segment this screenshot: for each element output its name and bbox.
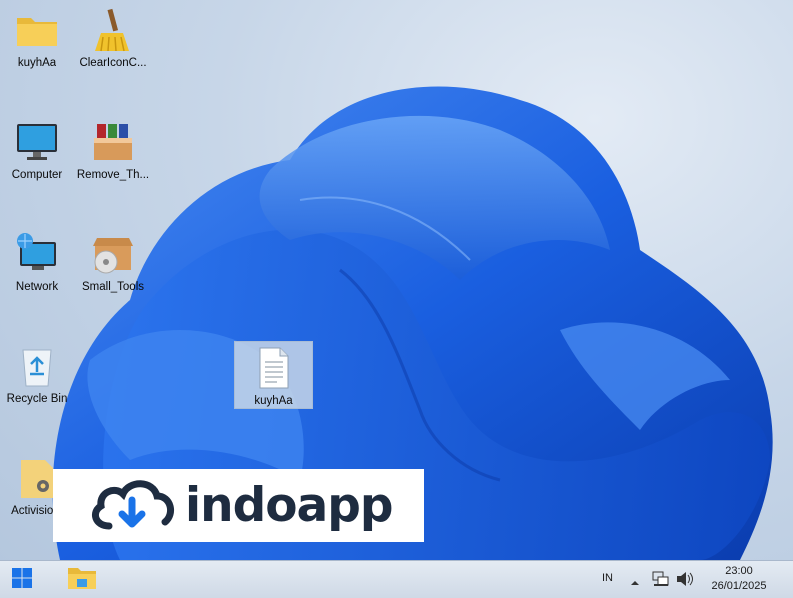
taskbar-file-explorer[interactable]: [60, 561, 104, 598]
windows-start-icon: [11, 567, 33, 593]
desktop-icon-label: Computer: [11, 169, 63, 181]
desktop-icon-small-tools[interactable]: Small_Tools: [76, 226, 150, 306]
clock-time: 23:00: [725, 565, 753, 577]
desktop-icon-recycle-bin[interactable]: Recycle Bin: [0, 338, 74, 418]
desktop-icon-network[interactable]: Network: [0, 226, 74, 306]
desktop-icon-label: ClearIconC...: [79, 57, 147, 69]
computer-icon: [13, 118, 61, 166]
desktop-icon-label: kuyhAa: [254, 395, 293, 407]
desktop-icon-clearicon[interactable]: ClearIconC...: [76, 2, 150, 82]
file-explorer-icon: [67, 565, 97, 595]
desktop-icon-remove-th[interactable]: Remove_Th...: [76, 114, 150, 194]
taskbar: IN 23:00 26/01/2025: [0, 560, 793, 598]
show-hidden-icons-chevron-icon[interactable]: [630, 573, 640, 592]
desktop-icon-label: Small_Tools: [82, 281, 144, 293]
text-document-icon: [250, 344, 298, 392]
cloud-download-icon: [87, 474, 177, 538]
watermark-text: indoapp: [185, 478, 394, 533]
winrar-archive-icon: [89, 118, 137, 166]
desktop-icon-label: Remove_Th...: [76, 169, 150, 181]
clock-date: 26/01/2025: [711, 580, 767, 592]
start-button[interactable]: [0, 561, 44, 598]
desktop-icon-label: kuyhAa: [17, 57, 57, 69]
desktop-icon-kuyhaa-textfile[interactable]: kuyhAa: [234, 341, 313, 409]
recycle-bin-icon: [13, 342, 61, 390]
desktop-icon-kuyhaa-folder[interactable]: kuyhAa: [0, 2, 74, 82]
package-disc-icon: [89, 230, 137, 278]
desktop-icon-label: Network: [15, 281, 59, 293]
network-icon: [13, 230, 61, 278]
system-clock[interactable]: 23:00 26/01/2025: [709, 564, 769, 594]
desktop-icon-label: Recycle Bin: [6, 393, 68, 405]
indoapp-watermark: indoapp: [53, 469, 424, 542]
folder-icon: [13, 6, 61, 54]
language-indicator[interactable]: IN: [602, 572, 613, 584]
desktop-icon-computer[interactable]: Computer: [0, 114, 74, 194]
broom-icon: [89, 6, 137, 54]
network-status-icon[interactable]: [652, 571, 670, 591]
volume-icon[interactable]: [676, 571, 694, 591]
